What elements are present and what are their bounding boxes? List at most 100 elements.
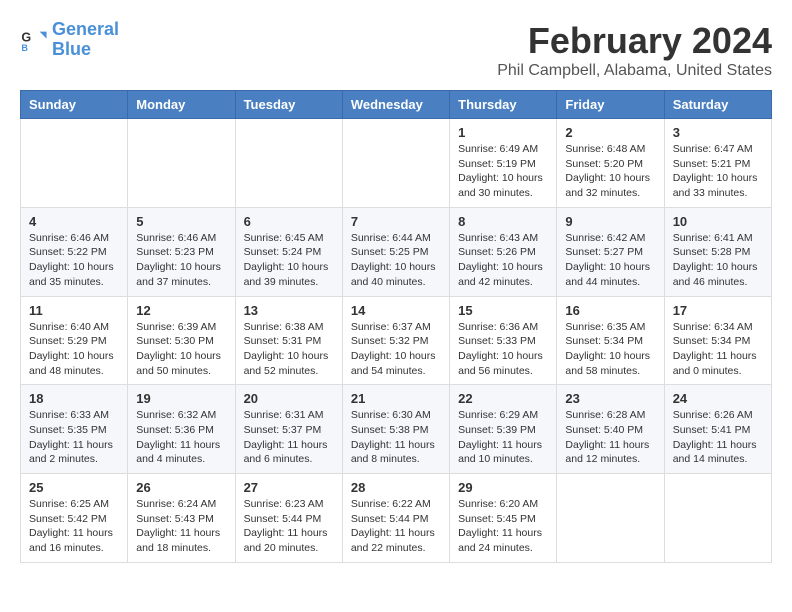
calendar-cell: 7 Sunrise: 6:44 AM Sunset: 5:25 PM Daylig… <box>342 207 449 296</box>
calendar-cell: 9 Sunrise: 6:42 AM Sunset: 5:27 PM Daylig… <box>557 207 664 296</box>
day-number: 15 <box>458 303 548 318</box>
day-number: 1 <box>458 125 548 140</box>
week-row-1: 1Sunrise: 6:49 AM Sunset: 5:19 PM Daylig… <box>21 119 772 208</box>
calendar-cell: 29 Sunrise: 6:20 AM Sunset: 5:45 PM Dayli… <box>450 474 557 563</box>
calendar-cell: 13 Sunrise: 6:38 AM Sunset: 5:31 PM Dayli… <box>235 296 342 385</box>
day-info: Sunrise: 6:24 AM Sunset: 5:43 PM Dayligh… <box>136 497 226 556</box>
calendar-cell: 27 Sunrise: 6:23 AM Sunset: 5:44 PM Dayli… <box>235 474 342 563</box>
svg-text:B: B <box>21 43 28 53</box>
calendar-cell: 28 Sunrise: 6:22 AM Sunset: 5:44 PM Dayli… <box>342 474 449 563</box>
day-number: 24 <box>673 391 763 406</box>
day-number: 19 <box>136 391 226 406</box>
day-header-wednesday: Wednesday <box>342 91 449 119</box>
week-row-5: 25 Sunrise: 6:25 AM Sunset: 5:42 PM Dayli… <box>21 474 772 563</box>
calendar-cell: 4Sunrise: 6:46 AM Sunset: 5:22 PM Daylig… <box>21 207 128 296</box>
calendar-cell: 12Sunrise: 6:39 AM Sunset: 5:30 PM Dayli… <box>128 296 235 385</box>
calendar-cell <box>128 119 235 208</box>
day-info: Sunrise: 6:22 AM Sunset: 5:44 PM Dayligh… <box>351 497 441 556</box>
calendar-cell: 10 Sunrise: 6:41 AM Sunset: 5:28 PM Dayli… <box>664 207 771 296</box>
calendar-cell: 8 Sunrise: 6:43 AM Sunset: 5:26 PM Daylig… <box>450 207 557 296</box>
day-info: Sunrise: 6:43 AM Sunset: 5:26 PM Dayligh… <box>458 231 548 290</box>
calendar-cell: 11Sunrise: 6:40 AM Sunset: 5:29 PM Dayli… <box>21 296 128 385</box>
day-number: 27 <box>244 480 334 495</box>
calendar-cell: 24 Sunrise: 6:26 AM Sunset: 5:41 PM Dayli… <box>664 385 771 474</box>
month-year-title: February 2024 <box>497 20 772 62</box>
calendar-cell: 18 Sunrise: 6:33 AM Sunset: 5:35 PM Dayli… <box>21 385 128 474</box>
day-info: Sunrise: 6:35 AM Sunset: 5:34 PM Dayligh… <box>565 320 655 379</box>
day-number: 3 <box>673 125 763 140</box>
calendar-cell <box>557 474 664 563</box>
calendar-cell: 22 Sunrise: 6:29 AM Sunset: 5:39 PM Dayli… <box>450 385 557 474</box>
logo-icon: G B <box>20 26 48 54</box>
day-info: Sunrise: 6:46 AM Sunset: 5:22 PM Dayligh… <box>29 231 119 290</box>
day-info: Sunrise: 6:34 AM Sunset: 5:34 PM Dayligh… <box>673 320 763 379</box>
calendar-cell <box>235 119 342 208</box>
calendar-cell: 14 Sunrise: 6:37 AM Sunset: 5:32 PM Dayli… <box>342 296 449 385</box>
day-info: Sunrise: 6:33 AM Sunset: 5:35 PM Dayligh… <box>29 408 119 467</box>
day-info: Sunrise: 6:41 AM Sunset: 5:28 PM Dayligh… <box>673 231 763 290</box>
day-header-tuesday: Tuesday <box>235 91 342 119</box>
calendar-cell: 23Sunrise: 6:28 AM Sunset: 5:40 PM Dayli… <box>557 385 664 474</box>
day-number: 26 <box>136 480 226 495</box>
calendar-cell: 21 Sunrise: 6:30 AM Sunset: 5:38 PM Dayli… <box>342 385 449 474</box>
calendar-cell <box>664 474 771 563</box>
day-info: Sunrise: 6:40 AM Sunset: 5:29 PM Dayligh… <box>29 320 119 379</box>
day-info: Sunrise: 6:44 AM Sunset: 5:25 PM Dayligh… <box>351 231 441 290</box>
title-section: February 2024 Phil Campbell, Alabama, Un… <box>497 20 772 80</box>
calendar-cell <box>21 119 128 208</box>
day-number: 9 <box>565 214 655 229</box>
day-number: 21 <box>351 391 441 406</box>
calendar-cell: 16Sunrise: 6:35 AM Sunset: 5:34 PM Dayli… <box>557 296 664 385</box>
day-number: 22 <box>458 391 548 406</box>
day-info: Sunrise: 6:42 AM Sunset: 5:27 PM Dayligh… <box>565 231 655 290</box>
svg-text:G: G <box>21 30 31 44</box>
calendar-cell: 17 Sunrise: 6:34 AM Sunset: 5:34 PM Dayli… <box>664 296 771 385</box>
week-row-3: 11Sunrise: 6:40 AM Sunset: 5:29 PM Dayli… <box>21 296 772 385</box>
day-number: 7 <box>351 214 441 229</box>
day-header-thursday: Thursday <box>450 91 557 119</box>
calendar-cell: 2Sunrise: 6:48 AM Sunset: 5:20 PM Daylig… <box>557 119 664 208</box>
calendar-cell: 6 Sunrise: 6:45 AM Sunset: 5:24 PM Daylig… <box>235 207 342 296</box>
day-header-monday: Monday <box>128 91 235 119</box>
day-info: Sunrise: 6:26 AM Sunset: 5:41 PM Dayligh… <box>673 408 763 467</box>
day-info: Sunrise: 6:32 AM Sunset: 5:36 PM Dayligh… <box>136 408 226 467</box>
day-number: 10 <box>673 214 763 229</box>
day-info: Sunrise: 6:37 AM Sunset: 5:32 PM Dayligh… <box>351 320 441 379</box>
day-info: Sunrise: 6:31 AM Sunset: 5:37 PM Dayligh… <box>244 408 334 467</box>
day-number: 18 <box>29 391 119 406</box>
day-header-saturday: Saturday <box>664 91 771 119</box>
day-number: 8 <box>458 214 548 229</box>
week-row-2: 4Sunrise: 6:46 AM Sunset: 5:22 PM Daylig… <box>21 207 772 296</box>
days-header-row: SundayMondayTuesdayWednesdayThursdayFrid… <box>21 91 772 119</box>
day-info: Sunrise: 6:28 AM Sunset: 5:40 PM Dayligh… <box>565 408 655 467</box>
calendar-cell: 25 Sunrise: 6:25 AM Sunset: 5:42 PM Dayli… <box>21 474 128 563</box>
day-info: Sunrise: 6:48 AM Sunset: 5:20 PM Dayligh… <box>565 142 655 201</box>
day-number: 25 <box>29 480 119 495</box>
day-info: Sunrise: 6:29 AM Sunset: 5:39 PM Dayligh… <box>458 408 548 467</box>
day-info: Sunrise: 6:30 AM Sunset: 5:38 PM Dayligh… <box>351 408 441 467</box>
day-number: 28 <box>351 480 441 495</box>
calendar-cell: 1Sunrise: 6:49 AM Sunset: 5:19 PM Daylig… <box>450 119 557 208</box>
day-number: 14 <box>351 303 441 318</box>
day-number: 13 <box>244 303 334 318</box>
day-number: 17 <box>673 303 763 318</box>
calendar-cell <box>342 119 449 208</box>
day-number: 20 <box>244 391 334 406</box>
day-info: Sunrise: 6:38 AM Sunset: 5:31 PM Dayligh… <box>244 320 334 379</box>
day-info: Sunrise: 6:39 AM Sunset: 5:30 PM Dayligh… <box>136 320 226 379</box>
day-info: Sunrise: 6:46 AM Sunset: 5:23 PM Dayligh… <box>136 231 226 290</box>
day-info: Sunrise: 6:25 AM Sunset: 5:42 PM Dayligh… <box>29 497 119 556</box>
calendar-cell: 26 Sunrise: 6:24 AM Sunset: 5:43 PM Dayli… <box>128 474 235 563</box>
day-header-sunday: Sunday <box>21 91 128 119</box>
day-info: Sunrise: 6:23 AM Sunset: 5:44 PM Dayligh… <box>244 497 334 556</box>
logo-text: GeneralBlue <box>52 20 119 60</box>
day-info: Sunrise: 6:20 AM Sunset: 5:45 PM Dayligh… <box>458 497 548 556</box>
calendar-cell: 5 Sunrise: 6:46 AM Sunset: 5:23 PM Daylig… <box>128 207 235 296</box>
day-info: Sunrise: 6:45 AM Sunset: 5:24 PM Dayligh… <box>244 231 334 290</box>
day-number: 5 <box>136 214 226 229</box>
day-number: 29 <box>458 480 548 495</box>
day-number: 6 <box>244 214 334 229</box>
calendar-table: SundayMondayTuesdayWednesdayThursdayFrid… <box>20 90 772 563</box>
calendar-cell: 19 Sunrise: 6:32 AM Sunset: 5:36 PM Dayli… <box>128 385 235 474</box>
location-label: Phil Campbell, Alabama, United States <box>497 62 772 80</box>
